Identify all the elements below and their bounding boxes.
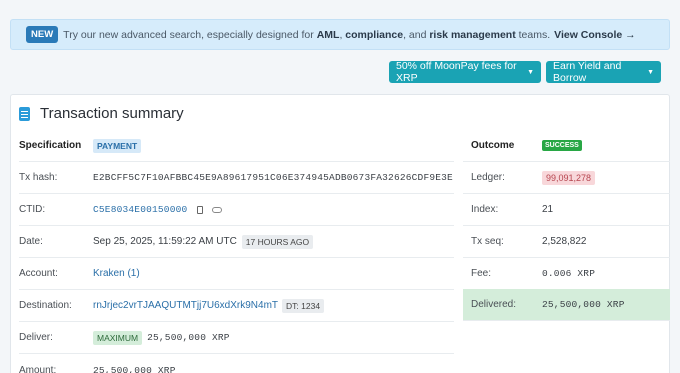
date-value: Sep 25, 2025, 11:59:22 AM UTC	[93, 236, 237, 247]
link-icon[interactable]	[212, 206, 223, 213]
deliver-value: 25,500,000 XRP	[147, 332, 230, 343]
earn-yield-dropdown-button[interactable]: Earn Yield and Borrow ▼	[546, 60, 661, 84]
account-row: Account: Kraken (1)	[19, 258, 454, 290]
amount-value: 25,500,000 XRP	[93, 364, 176, 373]
amount-row: Amount: 25,500,000 XRP	[19, 354, 454, 373]
payment-badge: PAYMENT	[93, 138, 142, 153]
specification-row: Specification PAYMENT	[19, 130, 454, 162]
caret-down-icon: ▼	[527, 68, 534, 76]
account-link[interactable]: Kraken (1)	[93, 268, 140, 279]
index-value: 21	[542, 204, 554, 215]
outcome-row: Outcome SUCCESS	[463, 130, 670, 162]
fee-value: 0.006 XRP	[542, 268, 596, 279]
ledger-row: Ledger: 99,091,278	[463, 162, 670, 194]
destination-tag-badge: DT: 1234	[282, 298, 325, 313]
document-icon	[19, 106, 30, 121]
txseq-value: 2,528,822	[542, 236, 587, 247]
txhash-value: E2BCFF5C7F10AFBBC45E9A89617951C06E374945…	[93, 172, 453, 183]
transaction-summary-card: Transaction summary Specification PAYMEN…	[10, 94, 670, 373]
banner-text: Try our new advanced search, especially …	[63, 28, 551, 41]
ctid-value[interactable]: C5E8034E00150000	[93, 204, 187, 215]
new-badge: NEW	[26, 26, 59, 43]
deliver-row: Deliver: MAXIMUM 25,500,000 XRP	[19, 322, 454, 354]
delivered-value: 25,500,000 XRP	[542, 299, 625, 310]
destination-row: Destination: rnJrjec2vrTJAAQUTMTjj7U6xdX…	[19, 290, 454, 322]
moonpay-dropdown-button[interactable]: 50% off MoonPay fees for XRP ▼	[389, 60, 541, 84]
destination-link[interactable]: rnJrjec2vrTJAAQUTMTjj7U6xdXrk9N4mT	[93, 300, 278, 311]
card-title: Transaction summary	[19, 105, 184, 122]
fee-row: Fee: 0.006 XRP	[463, 258, 670, 290]
ledger-link[interactable]: 99,091,278	[542, 170, 596, 185]
index-row: Index: 21	[463, 194, 670, 226]
view-console-link[interactable]: View Console →	[554, 29, 636, 41]
ctid-row: CTID: C5E8034E00150000	[19, 194, 454, 226]
caret-down-icon: ▼	[647, 68, 654, 76]
txseq-row: Tx seq: 2,528,822	[463, 226, 670, 258]
txhash-row: Tx hash: E2BCFF5C7F10AFBBC45E9A89617951C…	[19, 162, 454, 194]
date-row: Date: Sep 25, 2025, 11:59:22 AM UTC 17 H…	[19, 226, 454, 258]
delivered-row: Delivered: 25,500,000 XRP	[463, 289, 670, 321]
success-badge: SUCCESS	[542, 140, 582, 151]
copy-icon[interactable]	[197, 205, 204, 214]
promo-banner: NEW Try our new advanced search, especia…	[10, 19, 670, 50]
maximum-badge: MAXIMUM	[93, 330, 143, 345]
time-ago-badge: 17 HOURS AGO	[241, 234, 314, 249]
